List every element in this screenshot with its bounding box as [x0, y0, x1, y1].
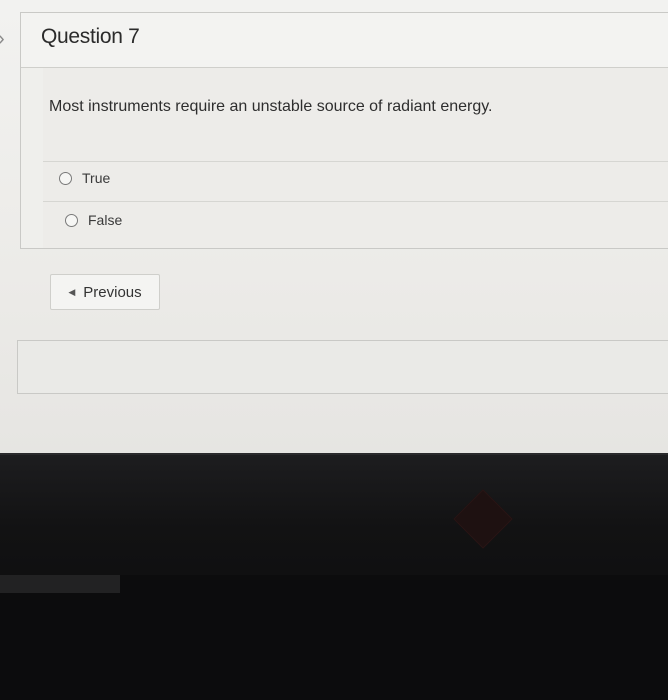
answer-divider	[43, 161, 668, 162]
answer-label-true[interactable]: True	[82, 170, 110, 186]
question-header: Question 7	[21, 13, 668, 68]
question-title: Question 7	[41, 25, 140, 48]
radio-button-icon[interactable]	[65, 213, 78, 227]
reflection-highlight	[0, 575, 120, 593]
answer-divider	[43, 201, 668, 202]
answer-option-false[interactable]: False	[65, 209, 122, 231]
quiz-screen: › Question 7 Most instruments require an…	[0, 0, 668, 455]
answer-option-true[interactable]: True	[59, 167, 110, 189]
caret-left-icon: ◀	[68, 286, 76, 297]
previous-button-label: Previous	[83, 283, 142, 301]
answer-label-false[interactable]: False	[88, 212, 122, 228]
previous-button[interactable]: ◀ Previous	[50, 274, 160, 310]
question-text: Most instruments require an unstable sou…	[49, 98, 493, 115]
question-card: Question 7 Most instruments require an u…	[20, 12, 668, 249]
question-body: Most instruments require an unstable sou…	[43, 68, 668, 248]
keyboard-area	[0, 575, 668, 700]
chevron-right-icon[interactable]: ›	[0, 28, 10, 50]
status-panel	[17, 340, 668, 394]
radio-button-icon[interactable]	[59, 171, 72, 185]
